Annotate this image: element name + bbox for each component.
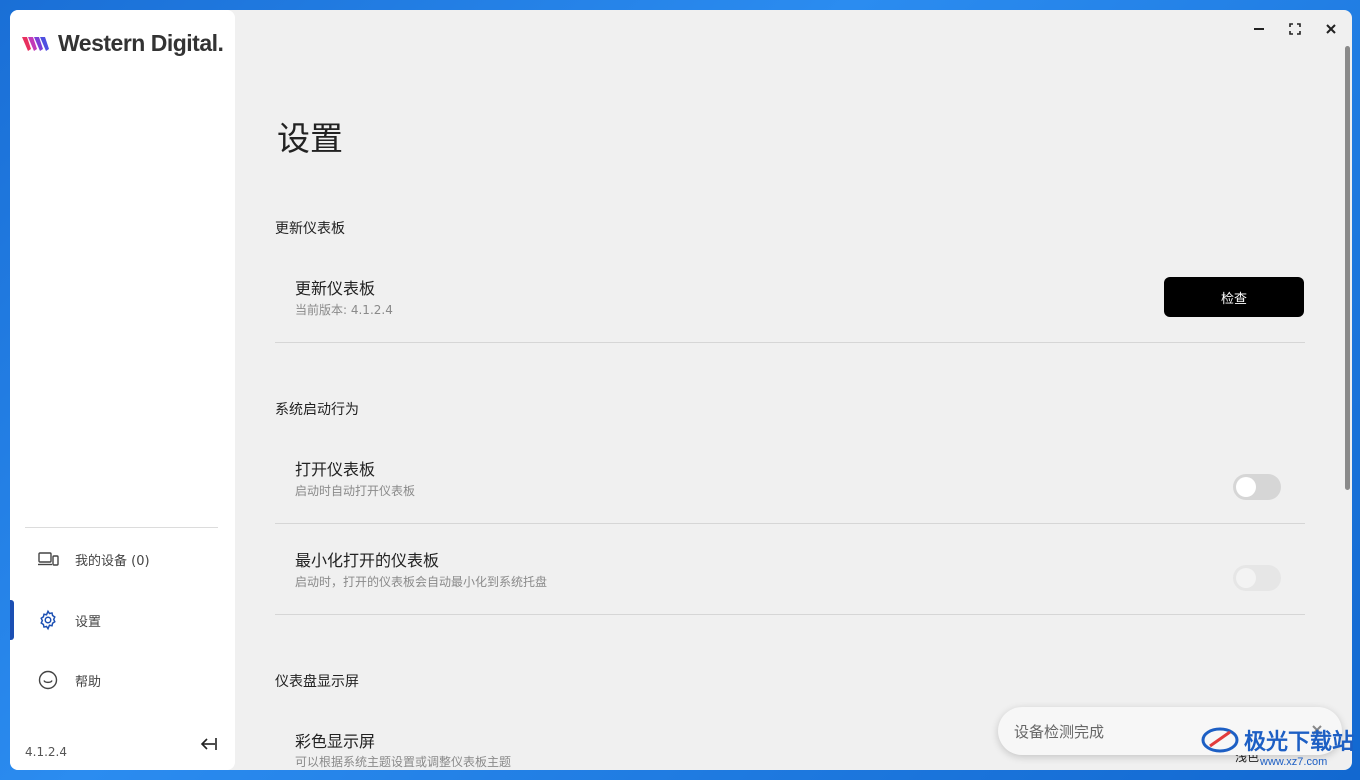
section-title-startup: 系统启动行为 — [275, 402, 359, 418]
wd-logo-icon — [22, 36, 49, 51]
app-window: Western Digital. 我的设备 (0) 设置 帮助 4.1.2.4 … — [10, 10, 1352, 770]
toggle-knob — [1236, 477, 1256, 497]
sidebar-item-label: 我的设备 (0) — [75, 553, 150, 569]
watermark-text: 极光下载站 — [1244, 730, 1355, 755]
watermark-logo-icon — [1201, 727, 1239, 753]
scrollbar[interactable] — [1345, 46, 1350, 490]
row-subtitle-color-display: 可以根据系统主题设置或调整仪表板主题 — [295, 755, 512, 769]
sidebar: Western Digital. 我的设备 (0) 设置 帮助 4.1.2.4 — [10, 10, 235, 770]
row-title-color-display: 彩色显示屏 — [295, 732, 376, 751]
toggle-knob — [1236, 568, 1256, 588]
check-update-button[interactable]: 检查 — [1164, 277, 1304, 317]
version-label: 4.1.2.4 — [25, 745, 67, 759]
section-title-update: 更新仪表板 — [275, 221, 345, 237]
divider — [275, 614, 1305, 615]
collapse-icon — [200, 738, 217, 750]
divider — [275, 523, 1305, 524]
sidebar-item-label: 设置 — [75, 614, 102, 630]
page-title: 设置 — [277, 119, 343, 158]
row-subtitle-minimize-dashboard: 启动时，打开的仪表板会自动最小化到系统托盘 — [295, 575, 548, 589]
gear-icon — [37, 609, 59, 631]
sidebar-item-label: 帮助 — [75, 674, 102, 690]
row-title-update: 更新仪表板 — [295, 279, 376, 298]
devices-icon — [37, 548, 59, 570]
row-title-open-dashboard: 打开仪表板 — [295, 460, 376, 479]
minimize-dashboard-toggle[interactable] — [1233, 565, 1281, 591]
sidebar-item-my-devices[interactable]: 我的设备 (0) — [10, 539, 235, 579]
collapse-sidebar-button[interactable] — [196, 732, 220, 756]
close-button[interactable] — [1320, 18, 1342, 40]
watermark: 极光下载站 — [1200, 722, 1354, 758]
sidebar-item-help[interactable]: 帮助 — [10, 660, 235, 700]
sidebar-divider — [25, 527, 218, 528]
open-dashboard-toggle[interactable] — [1233, 474, 1281, 500]
close-icon — [1326, 24, 1336, 34]
section-title-display: 仪表盘显示屏 — [275, 674, 359, 690]
row-title-minimize-dashboard: 最小化打开的仪表板 — [295, 551, 440, 570]
row-subtitle-version: 当前版本: 4.1.2.4 — [295, 303, 393, 317]
settings-content: 设置 更新仪表板 更新仪表板 当前版本: 4.1.2.4 检查 系统启动行为 打… — [275, 10, 1305, 770]
toast-text: 设备检测完成 — [1014, 723, 1105, 741]
watermark-url: www.xz7.com — [1260, 756, 1328, 768]
row-subtitle-open-dashboard: 启动时自动打开仪表板 — [295, 484, 416, 498]
active-indicator — [10, 600, 14, 640]
brand-logo: Western Digital. — [22, 30, 224, 57]
divider — [275, 342, 1305, 343]
help-icon — [37, 669, 59, 691]
logo-text: Western Digital. — [58, 30, 224, 56]
sidebar-item-settings[interactable]: 设置 — [10, 600, 235, 640]
